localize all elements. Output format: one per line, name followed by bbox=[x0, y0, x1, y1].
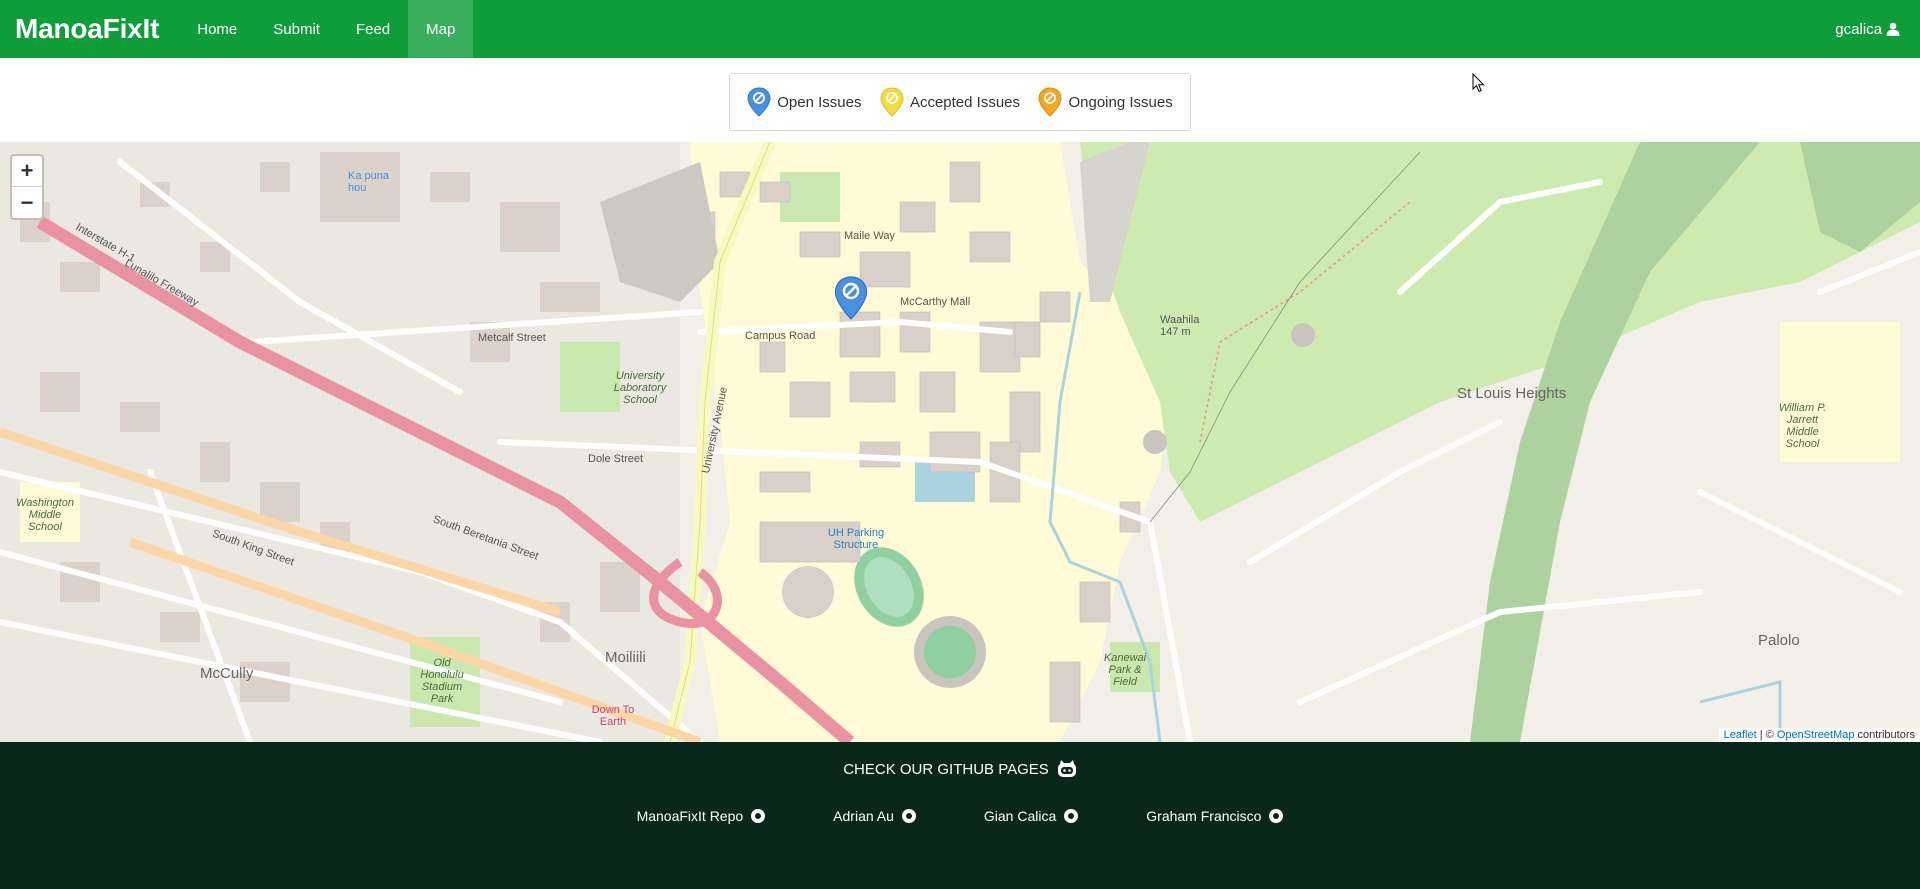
map-label-maile-way: Maile Way bbox=[844, 230, 895, 242]
zoom-in-button[interactable]: + bbox=[12, 156, 42, 187]
github-pages-heading: CHECK OUR GITHUB PAGES bbox=[0, 760, 1920, 778]
map-label-waahila: Waahila 147 m bbox=[1160, 314, 1200, 338]
open-issue-marker-icon[interactable] bbox=[834, 276, 868, 320]
map-label-palolo: Palolo bbox=[1758, 632, 1800, 649]
user-menu[interactable]: gcalica bbox=[1835, 0, 1900, 58]
map-label-mccarthy-mall: McCarthy Mall bbox=[900, 296, 971, 308]
username: gcalica bbox=[1835, 20, 1882, 38]
mouse-cursor-icon bbox=[1472, 73, 1485, 93]
brand-logo[interactable]: ManoaFixIt bbox=[15, 13, 159, 45]
nav-submit[interactable]: Submit bbox=[255, 0, 338, 58]
legend-ongoing-issues: Ongoing Issues bbox=[1038, 87, 1173, 117]
map-label-uh-parking: UH Parking Structure bbox=[827, 527, 885, 551]
legend-open-issues: Open Issues bbox=[747, 87, 861, 117]
map-label-dole-street: Dole Street bbox=[588, 453, 644, 465]
link-label: ManoaFixIt Repo bbox=[636, 808, 744, 824]
nav-map[interactable]: Map bbox=[408, 0, 474, 58]
issue-legend: Open Issues Accepted Issues Ongoing Issu… bbox=[729, 73, 1191, 131]
link-manoafixit-repo[interactable]: ManoaFixIt Repo bbox=[603, 808, 800, 824]
map-attribution: Leaflet | © OpenStreetMap contributors bbox=[1718, 728, 1920, 742]
link-gian-calica[interactable]: Gian Calica bbox=[950, 808, 1112, 824]
footer: CHECK OUR GITHUB PAGES ManoaFixIt Repo A… bbox=[0, 742, 1920, 889]
map-label-campus-road: Campus Road bbox=[745, 330, 816, 342]
nav-feed[interactable]: Feed bbox=[338, 0, 408, 58]
map-tiles[interactable] bbox=[0, 142, 1920, 742]
map-label-kanewai: Kanewai Park & Field bbox=[1103, 652, 1147, 688]
campus-map[interactable]: St Louis Heights Palolo McCully Moiliili… bbox=[0, 142, 1920, 742]
zoom-out-button[interactable]: − bbox=[12, 187, 42, 218]
link-label: Adrian Au bbox=[833, 808, 894, 824]
orange-pin-icon bbox=[1038, 87, 1062, 117]
map-label-punahou: Ka puna hou bbox=[348, 170, 389, 194]
map-label-jarrett: William P. Jarrett Middle School bbox=[1778, 402, 1827, 450]
map-label-old-honolulu-stadium: Old Honolulu Stadium Park bbox=[420, 657, 464, 705]
attribution-suffix: contributors bbox=[1854, 729, 1915, 741]
navbar: ManoaFixIt Home Submit Feed Map gcalica bbox=[0, 0, 1920, 58]
leaflet-link[interactable]: Leaflet bbox=[1724, 729, 1757, 741]
github-icon bbox=[1064, 809, 1079, 823]
map-label-university-lab-school: University Laboratory School bbox=[613, 370, 667, 406]
map-label-washington-middle: Washington Middle School bbox=[16, 497, 74, 533]
legend-label: Ongoing Issues bbox=[1068, 93, 1173, 111]
github-icon bbox=[901, 809, 916, 823]
link-graham-francisco[interactable]: Graham Francisco bbox=[1112, 808, 1317, 824]
legend-label: Accepted Issues bbox=[909, 93, 1020, 111]
github-icon bbox=[751, 809, 766, 823]
nav-home[interactable]: Home bbox=[179, 0, 255, 58]
link-label: Graham Francisco bbox=[1146, 808, 1262, 824]
yellow-pin-icon bbox=[880, 87, 904, 117]
blue-pin-icon bbox=[747, 87, 771, 117]
zoom-control: + − bbox=[10, 154, 44, 220]
osm-link[interactable]: OpenStreetMap bbox=[1777, 729, 1855, 741]
github-links: ManoaFixIt Repo Adrian Au Gian Calica Gr… bbox=[0, 808, 1920, 824]
legend-label: Open Issues bbox=[777, 93, 862, 111]
map-label-st-louis-heights: St Louis Heights bbox=[1457, 385, 1567, 402]
map-label-moiliili: Moiliili bbox=[605, 649, 646, 666]
map-label-metcalf: Metcalf Street bbox=[478, 332, 546, 344]
map-label-mccully: McCully bbox=[200, 665, 254, 682]
link-label: Gian Calica bbox=[983, 808, 1057, 824]
user-icon bbox=[1886, 22, 1900, 36]
legend-accepted-issues: Accepted Issues bbox=[880, 87, 1020, 117]
github-icon bbox=[1269, 809, 1284, 823]
attribution-sep: | © bbox=[1756, 729, 1777, 741]
github-octocat-icon bbox=[1057, 760, 1076, 777]
link-adrian-au[interactable]: Adrian Au bbox=[799, 808, 950, 824]
map-label-down-to-earth: Down To Earth bbox=[591, 704, 635, 728]
github-pages-title: CHECK OUR GITHUB PAGES bbox=[843, 760, 1049, 778]
